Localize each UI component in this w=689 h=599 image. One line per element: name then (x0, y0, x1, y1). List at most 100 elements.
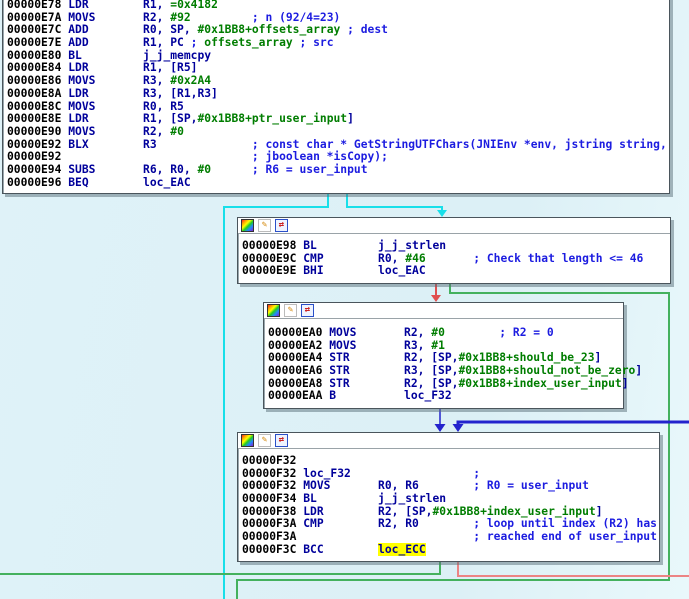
edge-e96-to-e98 (347, 192, 442, 210)
edge-e96-to-e98-arrowhead (437, 210, 447, 217)
asm-immediate: #0x1BB8+ptr_user_input (197, 112, 347, 125)
asm-text: CMP (303, 252, 378, 265)
asm-text: LDR (68, 0, 143, 11)
asm-text: ADD (68, 36, 143, 49)
asm-text: MOVS (68, 100, 143, 113)
block-e98-titlebar[interactable]: ✎⇄ (238, 218, 670, 234)
asm-text (351, 467, 473, 480)
asm-address: 00000E94 (7, 163, 68, 176)
asm-address: 00000E9C (242, 252, 303, 265)
asm-address: 00000F3A (242, 530, 303, 543)
asm-text: LDR (68, 112, 143, 125)
asm-comment: ; R6 = user_input (252, 163, 368, 176)
asm-text: ADD (68, 23, 143, 36)
asm-text: R1, [R5] (143, 61, 197, 74)
node-color-icon[interactable] (241, 434, 254, 447)
asm-text: ] (622, 377, 629, 390)
asm-immediate: #0 (431, 326, 445, 339)
asm-text: STR (329, 364, 404, 377)
asm-address: 00000EA0 (268, 326, 329, 339)
asm-address: 00000E98 (242, 239, 303, 252)
asm-immediate: #0x1BB8+should_not_be_zero (458, 364, 635, 377)
asm-text: ] (635, 364, 642, 377)
asm-comment: ; n (92/4=23) (252, 11, 340, 24)
asm-address: 00000F32 (242, 454, 296, 467)
group-node-icon[interactable]: ⇄ (275, 219, 288, 232)
asm-text: ] (347, 112, 354, 125)
edit-node-icon[interactable]: ✎ (284, 304, 297, 317)
asm-comment: ; (191, 36, 205, 49)
edit-node-icon[interactable]: ✎ (258, 219, 271, 232)
block-f32[interactable]: ✎⇄00000F3200000F32 loc_F32 ;00000F32 MOV… (237, 432, 660, 562)
asm-text: BEQ (68, 176, 143, 189)
asm-address: 00000E92 (7, 138, 68, 151)
asm-text: BL (303, 239, 378, 252)
asm-address: 00000E7E (7, 36, 68, 49)
asm-text: loc_EAC (143, 176, 191, 189)
asm-text: loc_EAC (378, 264, 426, 277)
asm-text: R1, (143, 0, 170, 11)
asm-address: 00000E7C (7, 23, 68, 36)
asm-address: 00000F32 (242, 479, 303, 492)
asm-text: j_j_strlen (378, 492, 446, 505)
asm-text: R0, (378, 252, 405, 265)
asm-address: 00000E78 (7, 0, 68, 11)
block-e78-code: 00000E78 LDR R1, =0x4182 00000E7A MOVS R2… (3, 0, 669, 191)
asm-text: BCC (303, 543, 378, 556)
asm-text (157, 138, 252, 151)
asm-immediate: #92 (170, 11, 190, 24)
asm-text: j_j_memcpy (143, 49, 211, 62)
asm-address: 00000F38 (242, 505, 303, 518)
ida-graph-view: { "app": "ida-disassembly-graph", "color… (0, 0, 689, 599)
edit-node-icon[interactable]: ✎ (258, 434, 271, 447)
asm-text (426, 252, 474, 265)
asm-text (419, 479, 473, 492)
asm-text: R2, [SP, (404, 351, 458, 364)
asm-text: R1, PC (143, 36, 191, 49)
asm-immediate: #46 (405, 252, 425, 265)
asm-text: BL (68, 49, 143, 62)
asm-immediate: #0x2A4 (170, 74, 211, 87)
asm-immediate: =0x4182 (170, 0, 218, 11)
asm-text: LDR (68, 61, 143, 74)
asm-text (211, 163, 252, 176)
asm-immediate: #0 (170, 125, 184, 138)
asm-text: STR (329, 377, 404, 390)
node-color-icon[interactable] (267, 304, 280, 317)
group-node-icon[interactable]: ⇄ (301, 304, 314, 317)
asm-text: R2, (404, 326, 431, 339)
edge-f3c-fallthrough (458, 560, 689, 576)
asm-text: R3, [SP, (404, 364, 458, 377)
block-f32-code: 00000F3200000F32 loc_F32 ;00000F32 MOVS … (238, 449, 659, 559)
asm-text (293, 36, 300, 49)
asm-text: STR (329, 351, 404, 364)
highlighted-target-loc-ecc: loc_ECC (378, 543, 426, 556)
edge-eaa-to-f32-arrowhead (435, 424, 446, 432)
asm-text: R6, R0, (143, 163, 197, 176)
asm-comment: ; reached end of user_input (473, 530, 657, 543)
node-color-icon[interactable] (241, 219, 254, 232)
block-ea0[interactable]: ✎⇄00000EA0 MOVS R2, #0 ; R2 = 000000EA2 … (263, 302, 624, 409)
asm-text (419, 517, 473, 530)
asm-address: 00000E7A (7, 11, 68, 24)
block-f32-titlebar[interactable]: ✎⇄ (238, 433, 659, 449)
asm-text: ] (595, 351, 602, 364)
asm-text: BLX (68, 138, 143, 151)
asm-address: 00000EA2 (268, 339, 329, 352)
asm-text: j_j_strlen (378, 239, 446, 252)
block-e98[interactable]: ✎⇄00000E98 BL j_j_strlen00000E9C CMP R0,… (237, 217, 671, 284)
asm-comment: ; (473, 467, 480, 480)
asm-text: B (329, 389, 404, 402)
asm-immediate: #0x1BB8+index_user_input (432, 505, 595, 518)
block-ea0-titlebar[interactable]: ✎⇄ (264, 303, 623, 319)
asm-comment: ; dest (347, 23, 388, 36)
asm-address: 00000F3A (242, 517, 303, 530)
asm-text: MOVS (329, 326, 404, 339)
group-node-icon[interactable]: ⇄ (275, 434, 288, 447)
asm-text: BHI (303, 264, 378, 277)
asm-text: MOVS (303, 479, 378, 492)
asm-comment: ; loop until index (R2) has (473, 517, 657, 530)
block-e78[interactable]: ✎⇄00000E78 LDR R1, =0x418200000E7A MOVS … (2, 0, 670, 194)
asm-text: R2, (143, 11, 170, 24)
asm-text: R0, SP, (143, 23, 197, 36)
